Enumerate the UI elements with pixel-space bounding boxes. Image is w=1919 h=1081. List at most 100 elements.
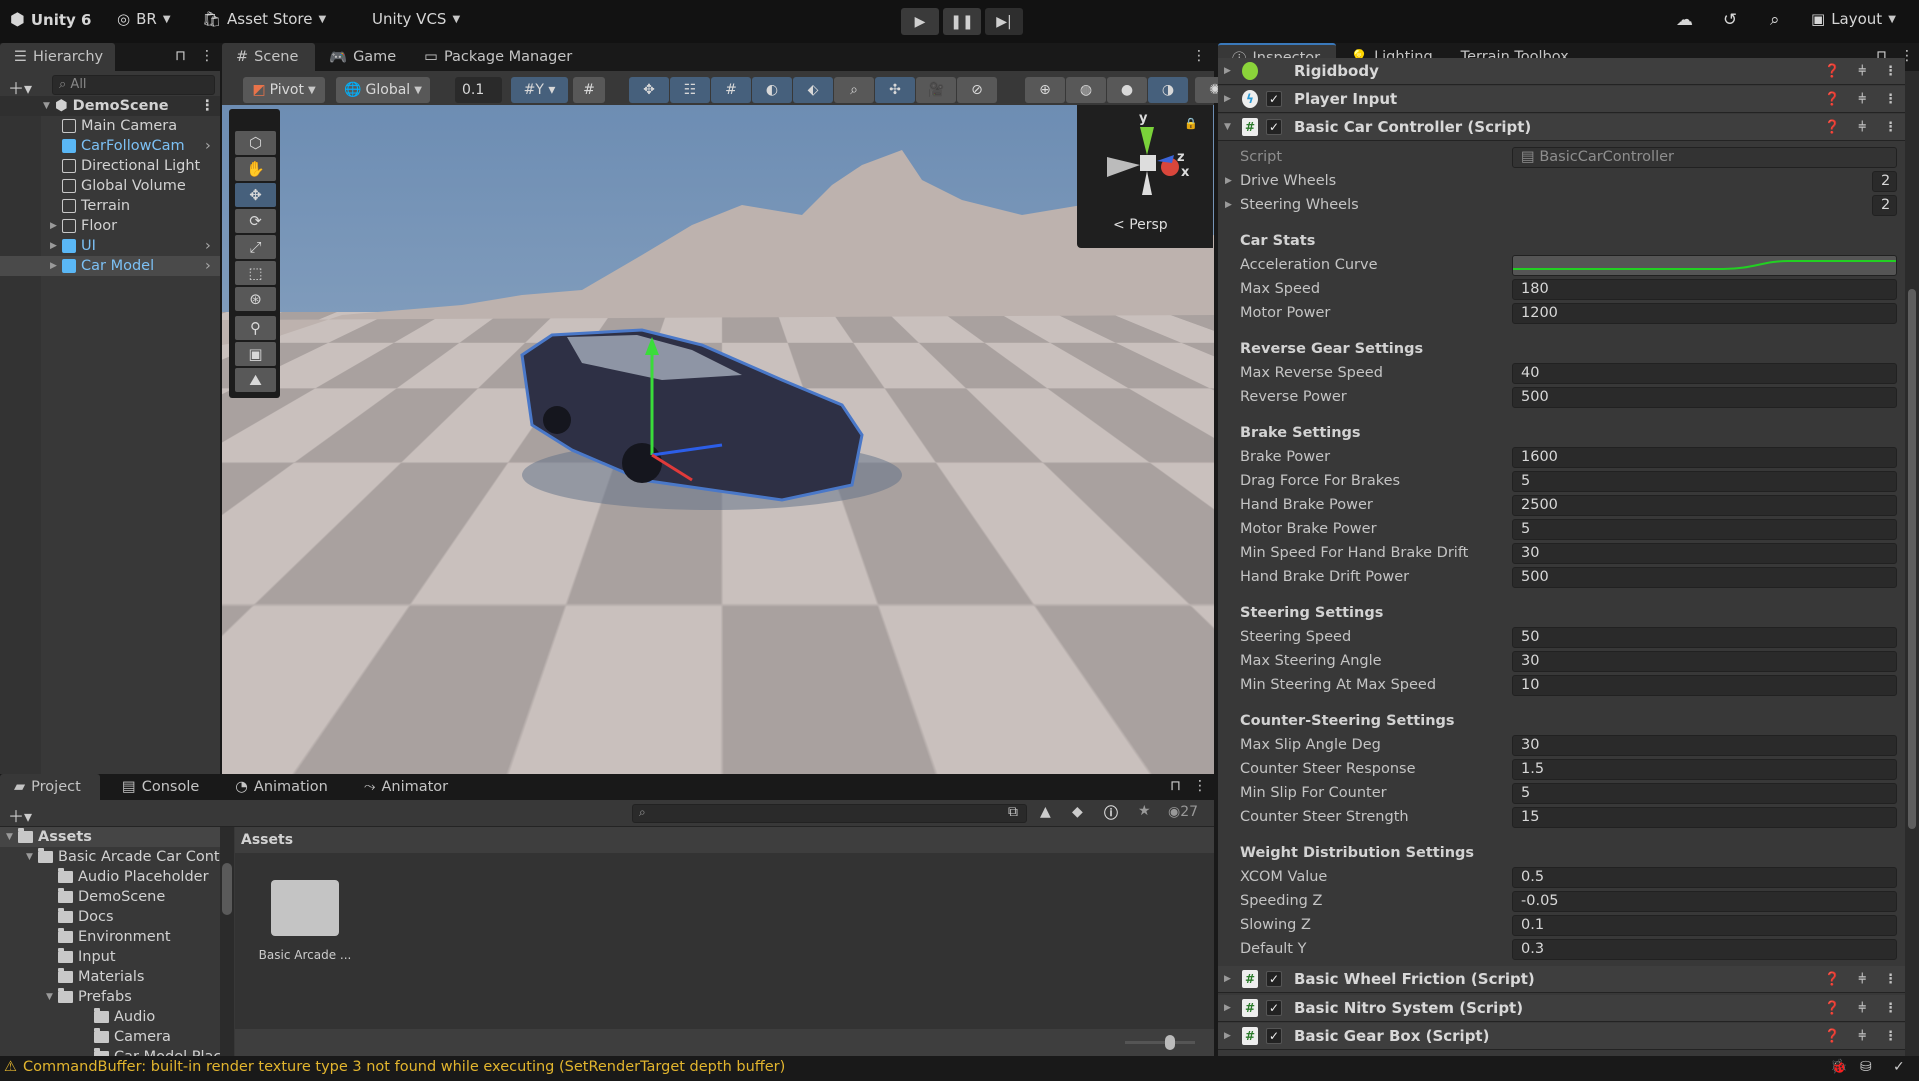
- enabled-checkbox[interactable]: ✓: [1266, 1000, 1282, 1016]
- hidden-packages-toggle[interactable]: ◉27: [1168, 804, 1198, 820]
- tab-scene[interactable]: # Scene: [222, 43, 315, 71]
- projection-toggle[interactable]: < Persp: [1113, 217, 1168, 233]
- value-field[interactable]: 1200: [1512, 302, 1897, 324]
- lock-icon[interactable]: ⊓: [175, 48, 186, 64]
- component-tool-button[interactable]: ▣: [235, 342, 276, 366]
- component-header[interactable]: ▶ # ✓ Basic Gear Box (Script) ❓ ⫩ ⋮: [1218, 1023, 1905, 1050]
- cache-server-icon[interactable]: ⛁: [1860, 1059, 1872, 1075]
- array-size-field[interactable]: 2: [1872, 170, 1897, 192]
- more-icon[interactable]: ⋮: [1884, 64, 1897, 79]
- hierarchy-item[interactable]: Global Volume: [0, 176, 220, 196]
- project-search-input[interactable]: ⌕: [632, 804, 1027, 823]
- value-field[interactable]: 1.5: [1512, 758, 1897, 780]
- shaded-wireframe-button[interactable]: ◍: [1066, 77, 1106, 103]
- value-field[interactable]: 500: [1512, 566, 1897, 588]
- preset-icon[interactable]: ⫩: [1859, 1001, 1866, 1016]
- value-field[interactable]: 0.1: [1512, 914, 1897, 936]
- value-field[interactable]: 5: [1512, 518, 1897, 540]
- camera-settings-button[interactable]: 🎥: [916, 77, 956, 103]
- tab-hierarchy[interactable]: ☰ Hierarchy: [0, 43, 115, 71]
- value-field[interactable]: 40: [1512, 362, 1897, 384]
- warning-filter-icon[interactable]: ⓘ: [1104, 803, 1118, 823]
- scene-visibility-button[interactable]: ⬖: [793, 77, 833, 103]
- value-field[interactable]: 180: [1512, 278, 1897, 300]
- folder-tree-item[interactable]: Environment: [48, 927, 171, 947]
- console-last-message[interactable]: ⚠ CommandBuffer: built-in render texture …: [4, 1059, 785, 1075]
- tab-animation[interactable]: ◔ Animation: [221, 774, 342, 800]
- enabled-checkbox[interactable]: ✓: [1266, 971, 1282, 987]
- tab-package-manager[interactable]: ▭ Package Manager: [410, 43, 586, 71]
- component-header[interactable]: ▶ # ✓ Basic Nitro System (Script) ❓ ⫩ ⋮: [1218, 995, 1905, 1022]
- acceleration-curve-field[interactable]: [1512, 254, 1897, 276]
- folder-tree-item[interactable]: Car Model Placeh: [84, 1047, 220, 1056]
- more-icon[interactable]: ⋮: [1884, 1001, 1897, 1016]
- move-tool-button[interactable]: ✥: [235, 183, 276, 207]
- value-field[interactable]: -0.05: [1512, 890, 1897, 912]
- folder-tree-item[interactable]: Audio Placeholder: [48, 867, 209, 887]
- step-button[interactable]: ▶|: [985, 8, 1023, 35]
- component-header[interactable]: ▶ # ✓ Basic Wheel Friction (Script) ❓ ⫩ ⋮: [1218, 966, 1905, 993]
- account-dropdown[interactable]: ◎ BR ▼: [117, 10, 171, 28]
- hierarchy-item[interactable]: ▶ Car Model ›: [0, 256, 220, 276]
- history-button[interactable]: ↺: [1723, 10, 1737, 30]
- script-object-field[interactable]: ▤ BasicCarController: [1512, 146, 1897, 168]
- value-field[interactable]: 500: [1512, 386, 1897, 408]
- drive-wheels-foldout[interactable]: ▶ Drive Wheels 2: [1218, 169, 1905, 193]
- help-icon[interactable]: ❓: [1824, 120, 1840, 135]
- tab-animator[interactable]: ⤳ Animator: [350, 774, 462, 800]
- enabled-checkbox[interactable]: ✓: [1266, 1028, 1282, 1044]
- preset-icon[interactable]: ⫩: [1859, 972, 1866, 987]
- folder-tree-item[interactable]: ▼ Prefabs: [46, 987, 132, 1007]
- asset-item[interactable]: Basic Arcade ...: [255, 880, 355, 962]
- value-field[interactable]: 5: [1512, 470, 1897, 492]
- folder-tree-item[interactable]: Input: [48, 947, 116, 967]
- chevron-right-icon[interactable]: ›: [205, 238, 211, 254]
- folder-tree-item[interactable]: DemoScene: [48, 887, 165, 907]
- value-field[interactable]: 5: [1512, 782, 1897, 804]
- hierarchy-item[interactable]: Main Camera: [0, 116, 220, 136]
- debug-bug-icon[interactable]: 🐞: [1830, 1059, 1847, 1075]
- more-icon[interactable]: ⋮: [1884, 972, 1897, 987]
- slider-thumb[interactable]: [1165, 1035, 1175, 1050]
- grid-snap-button[interactable]: #Y ▾: [511, 77, 568, 103]
- value-field[interactable]: 10: [1512, 674, 1897, 696]
- preset-icon[interactable]: ⫩: [1859, 1029, 1866, 1044]
- value-field[interactable]: 0.5: [1512, 866, 1897, 888]
- search-by-type-icon[interactable]: ⧉: [1008, 804, 1018, 820]
- enabled-checkbox[interactable]: ✓: [1266, 119, 1282, 135]
- tab-project[interactable]: ▰ Project: [0, 774, 100, 800]
- tab-console[interactable]: ▤ Console: [108, 774, 213, 800]
- folder-tree-item[interactable]: Materials: [48, 967, 144, 987]
- value-field[interactable]: 50: [1512, 626, 1897, 648]
- global-dropdown[interactable]: 🌐 Global ▼: [336, 77, 430, 103]
- lit-button[interactable]: ◑: [1148, 77, 1188, 103]
- toggle-overlay-button[interactable]: ☷: [670, 77, 710, 103]
- more-icon[interactable]: ⋮: [200, 48, 214, 64]
- car-model[interactable]: [222, 105, 1214, 774]
- hierarchy-item[interactable]: ▶ Floor: [0, 216, 220, 236]
- more-icon[interactable]: ⋮: [1884, 120, 1897, 135]
- more-icon[interactable]: ⋮: [1193, 778, 1207, 794]
- asset-store-dropdown[interactable]: 🛍 Asset Store ▼: [202, 10, 326, 28]
- component-header[interactable]: ▶ Rigidbody ❓ ⫩ ⋮: [1218, 58, 1905, 85]
- shaded-button[interactable]: ●: [1107, 77, 1147, 103]
- rect-tool-button[interactable]: ⬚: [235, 261, 276, 285]
- scrollbar-thumb[interactable]: [222, 863, 232, 915]
- zoom-button[interactable]: ⌕: [834, 77, 874, 103]
- more-icon[interactable]: ⋮: [1884, 92, 1897, 107]
- move-snap-button[interactable]: ✥: [629, 77, 669, 103]
- snap-value-input[interactable]: 0.1: [455, 77, 502, 103]
- create-button[interactable]: ＋▾: [8, 803, 32, 827]
- cloud-button[interactable]: ☁: [1676, 10, 1693, 30]
- search-button[interactable]: ⌕: [1770, 10, 1780, 30]
- folder-tree-item[interactable]: ▼ Assets: [6, 827, 92, 847]
- scene-root[interactable]: ▼ ⬢ DemoScene ⋮: [0, 96, 220, 116]
- vcs-dropdown[interactable]: Unity VCS ▼: [372, 10, 460, 28]
- hand-tool-button[interactable]: ✋: [235, 157, 276, 181]
- hierarchy-item[interactable]: CarFollowCam ›: [0, 136, 220, 156]
- hierarchy-search-input[interactable]: ⌕ All: [52, 75, 215, 95]
- help-icon[interactable]: ❓: [1824, 64, 1840, 79]
- value-field[interactable]: 2500: [1512, 494, 1897, 516]
- help-icon[interactable]: ❓: [1824, 92, 1840, 107]
- tree-scrollbar[interactable]: [220, 827, 234, 1056]
